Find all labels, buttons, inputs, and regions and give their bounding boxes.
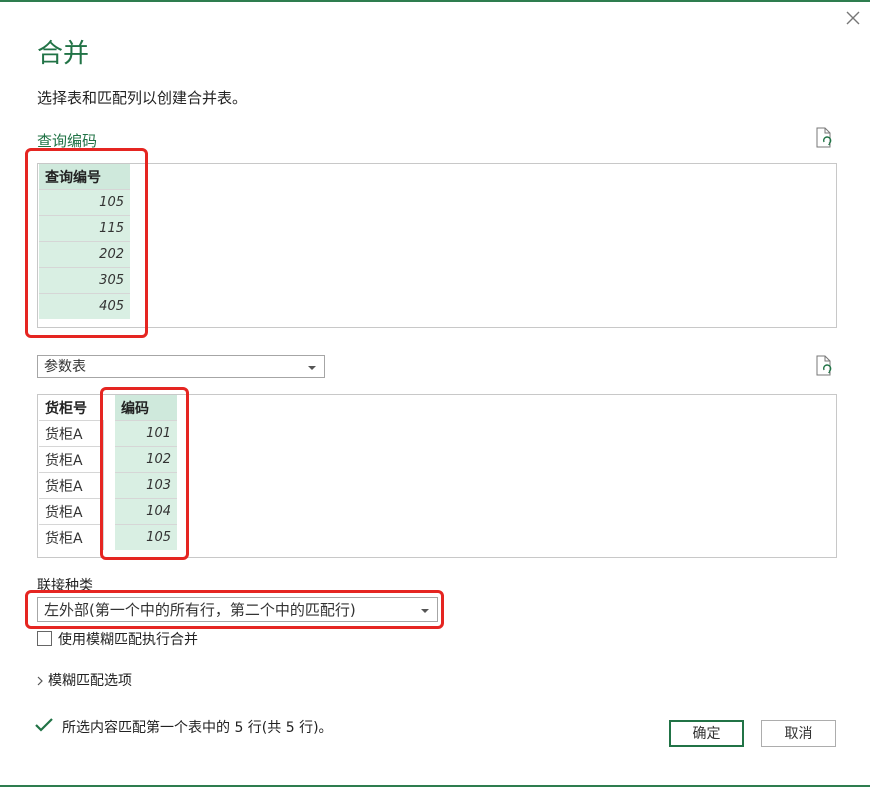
cancel-button[interactable]: 取消 <box>761 720 836 747</box>
caret-down-icon <box>308 366 316 370</box>
checkmark-icon <box>34 715 54 735</box>
table-cell: 101 <box>115 420 177 447</box>
caret-down-icon <box>421 609 429 613</box>
second-table-grid: 货柜号 编码 货柜A 101 货柜A 102 货柜A 103 货柜A 104 货… <box>39 395 177 550</box>
table-cell: 305 <box>39 267 130 294</box>
table-cell: 货柜A <box>39 472 104 499</box>
table-cell: 103 <box>115 472 177 499</box>
column-gap <box>103 395 115 421</box>
table-cell: 货柜A <box>39 498 104 525</box>
column-header-container[interactable]: 货柜号 <box>39 395 103 421</box>
dialog-subtitle: 选择表和匹配列以创建合并表。 <box>37 89 248 107</box>
top-accent-rule <box>0 0 870 2</box>
second-table-select[interactable]: 参数表 <box>37 355 325 378</box>
refresh-document-icon[interactable] <box>814 355 834 377</box>
table-cell: 货柜A <box>39 446 104 473</box>
fuzzy-options-toggle[interactable]: 模糊匹配选项 <box>48 670 132 690</box>
table-cell: 货柜A <box>39 420 104 447</box>
table-cell: 102 <box>115 446 177 473</box>
table-cell: 115 <box>39 215 130 242</box>
table-cell: 202 <box>39 241 130 268</box>
join-kind-select[interactable]: 左外部(第一个中的所有行，第二个中的匹配行) <box>37 597 438 622</box>
join-kind-label: 联接种类 <box>37 578 93 594</box>
second-table-preview: 货柜号 编码 货柜A 101 货柜A 102 货柜A 103 货柜A 104 货… <box>37 394 837 558</box>
table-cell: 货柜A <box>39 524 104 550</box>
column-header-code[interactable]: 编码 <box>115 395 177 421</box>
join-kind-select-value: 左外部(第一个中的所有行，第二个中的匹配行) <box>44 601 356 619</box>
first-table-name: 查询编码 <box>37 132 98 150</box>
table-cell: 105 <box>39 189 130 216</box>
first-table-column-header[interactable]: 查询编号 <box>39 164 130 190</box>
refresh-document-icon[interactable] <box>814 127 834 149</box>
table-cell: 105 <box>115 524 177 550</box>
ok-button[interactable]: 确定 <box>669 720 744 747</box>
fuzzy-match-checkbox-label[interactable]: 使用模糊匹配执行合并 <box>58 629 198 649</box>
table-cell: 405 <box>39 293 130 319</box>
second-table-select-value: 参数表 <box>44 359 86 375</box>
first-table-preview: 查询编号 105 115 202 305 405 <box>37 163 837 328</box>
status-message: 所选内容匹配第一个表中的 5 行(共 5 行)。 <box>62 720 333 736</box>
chevron-right-icon[interactable] <box>36 673 46 687</box>
table-cell: 104 <box>115 498 177 525</box>
fuzzy-match-checkbox[interactable] <box>37 631 52 646</box>
first-table-grid: 查询编号 105 115 202 305 405 <box>39 164 130 319</box>
dialog-title: 合并 <box>37 39 90 69</box>
close-icon[interactable] <box>843 8 863 28</box>
